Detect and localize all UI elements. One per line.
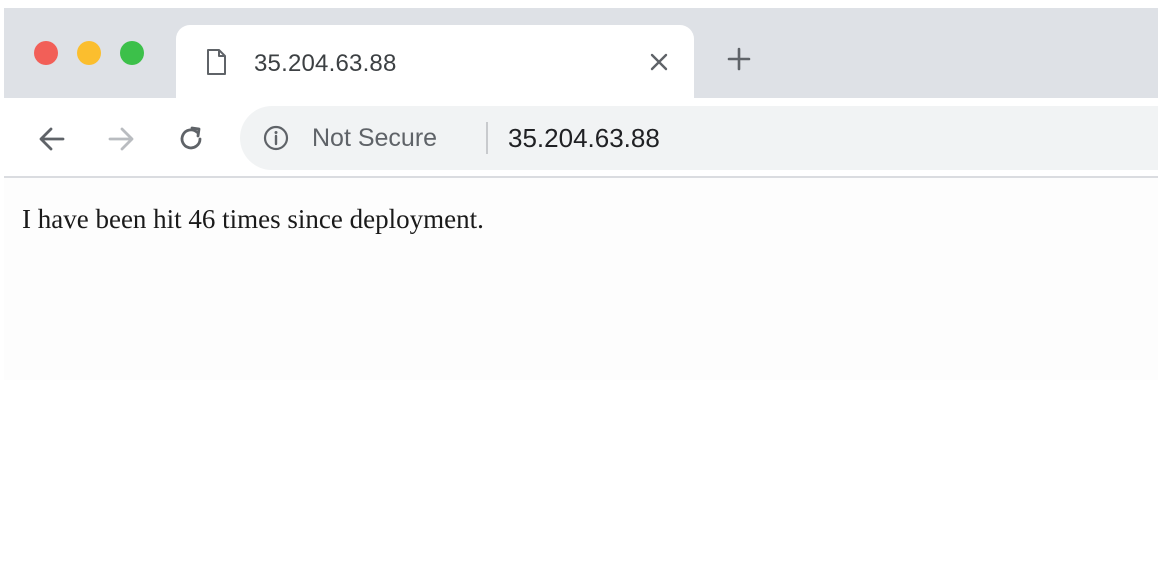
- security-status-label[interactable]: Not Secure: [312, 124, 437, 153]
- reload-icon[interactable]: [176, 124, 206, 154]
- url-text[interactable]: 35.204.63.88: [508, 123, 660, 154]
- browser-window: 35.204.63.88 Not Secure 35.204.63.88 I h…: [4, 8, 1158, 380]
- window-minimize-button[interactable]: [77, 41, 101, 65]
- window-zoom-button[interactable]: [120, 41, 144, 65]
- page-body-text: I have been hit 46 times since deploymen…: [22, 204, 484, 234]
- info-icon[interactable]: [262, 124, 290, 152]
- toolbar-divider: [4, 176, 1158, 178]
- address-bar[interactable]: Not Secure 35.204.63.88: [240, 106, 1158, 170]
- window-close-button[interactable]: [34, 41, 58, 65]
- browser-toolbar: Not Secure 35.204.63.88: [4, 98, 1158, 176]
- document-icon: [207, 49, 226, 75]
- plus-icon[interactable]: [726, 46, 752, 72]
- tab-title: 35.204.63.88: [254, 50, 397, 77]
- tab-active[interactable]: 35.204.63.88: [176, 25, 694, 98]
- tab-strip: 35.204.63.88: [4, 8, 1158, 98]
- omnibox-divider: [486, 122, 488, 154]
- arrow-left-icon[interactable]: [37, 124, 67, 154]
- arrow-right-icon[interactable]: [106, 124, 136, 154]
- close-icon[interactable]: [646, 49, 672, 75]
